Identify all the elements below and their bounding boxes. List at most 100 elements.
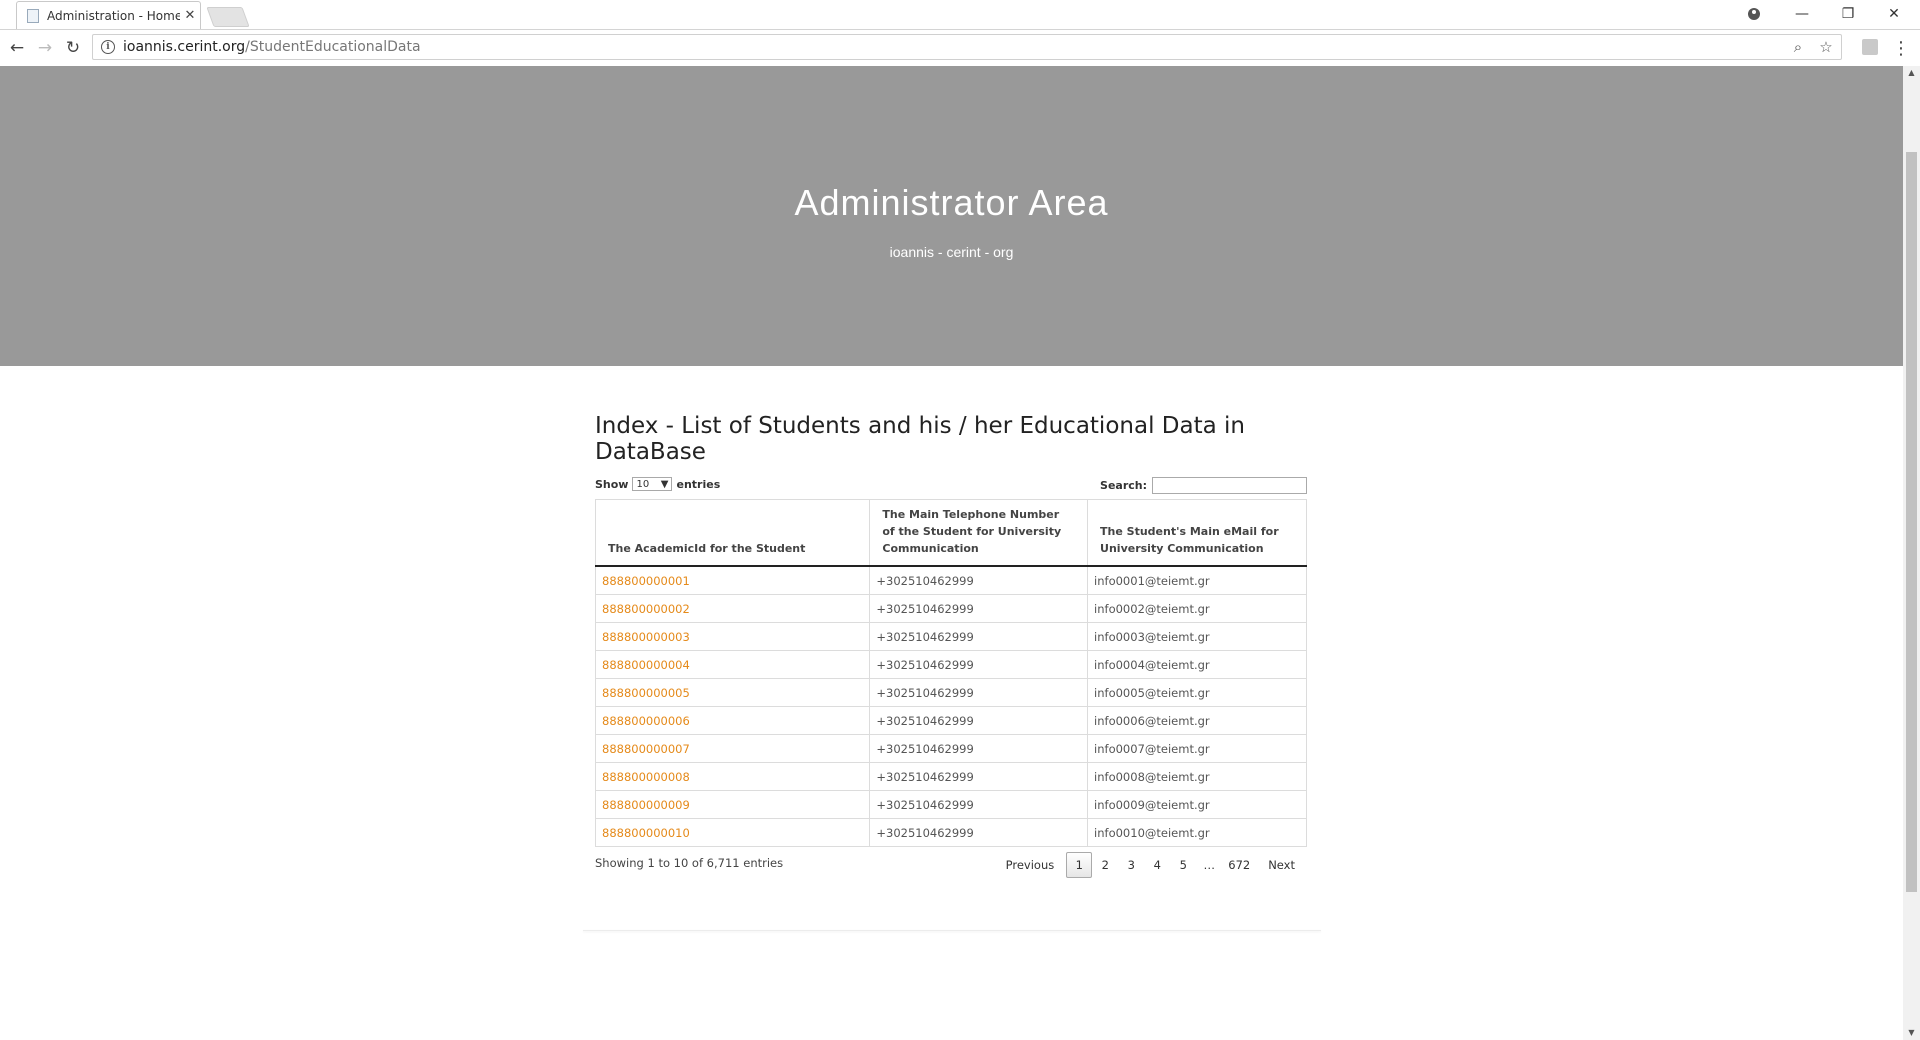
profile-button[interactable] xyxy=(1732,2,1776,26)
table-row: 888800000008 +302510462999 info0008@teie… xyxy=(594,762,1307,791)
academic-id-link[interactable]: 888800000006 xyxy=(594,706,871,735)
academic-id-link[interactable]: 888800000008 xyxy=(594,762,871,791)
pagination: Previous 1 2 3 4 5 … 672 Next xyxy=(994,852,1307,878)
page-button-672[interactable]: 672 xyxy=(1222,852,1256,878)
search-control: Search: xyxy=(1100,477,1307,494)
restore-button[interactable]: ❐ xyxy=(1826,2,1870,26)
profile-icon xyxy=(1748,8,1760,20)
show-label: Show xyxy=(595,477,629,491)
table-row: 888800000005 +302510462999 info0005@teie… xyxy=(594,678,1307,707)
telephone-cell: +302510462999 xyxy=(869,565,1089,595)
hero-title: Administrator Area xyxy=(794,182,1109,223)
browser-toolbar: ← → ↻ i ioannis.cerint.org/StudentEducat… xyxy=(0,30,1920,67)
table-footer: Showing 1 to 10 of 6,711 entries Previou… xyxy=(595,848,1307,882)
new-tab-button[interactable] xyxy=(206,7,250,27)
page-button-4[interactable]: 4 xyxy=(1144,852,1170,878)
main-content: Index - List of Students and his / her E… xyxy=(594,413,1307,882)
telephone-cell: +302510462999 xyxy=(869,594,1089,623)
telephone-cell: +302510462999 xyxy=(869,706,1089,735)
email-cell: info0007@teiemt.gr xyxy=(1087,734,1307,763)
zoom-icon[interactable]: ⌕ xyxy=(1789,38,1807,56)
scrollbar-thumb[interactable] xyxy=(1906,152,1917,892)
column-header-telephone[interactable]: The Main Telephone Number of the Student… xyxy=(869,499,1089,567)
url-host: ioannis.cerint.org xyxy=(123,39,246,55)
email-cell: info0008@teiemt.gr xyxy=(1087,762,1307,791)
academic-id-link[interactable]: 888800000009 xyxy=(594,790,871,819)
close-icon[interactable]: ✕ xyxy=(180,8,200,23)
hero-banner: Administrator Area ioannis - cerint - or… xyxy=(0,66,1903,366)
scroll-down-icon[interactable]: ▼ xyxy=(1903,1026,1920,1040)
telephone-cell: +302510462999 xyxy=(869,818,1089,847)
academic-id-link[interactable]: 888800000007 xyxy=(594,734,871,763)
page-button-2[interactable]: 2 xyxy=(1092,852,1118,878)
page-button-1[interactable]: 1 xyxy=(1066,852,1093,878)
telephone-cell: +302510462999 xyxy=(869,622,1089,651)
academic-id-link[interactable]: 888800000005 xyxy=(594,678,871,707)
email-cell: info0004@teiemt.gr xyxy=(1087,650,1307,679)
pagination-ellipsis: … xyxy=(1203,858,1216,872)
entries-label: entries xyxy=(676,477,721,491)
page-button-3[interactable]: 3 xyxy=(1118,852,1144,878)
page-favicon-icon xyxy=(27,8,39,23)
forward-arrow-icon[interactable]: → xyxy=(33,36,57,60)
table-row: 888800000004 +302510462999 info0004@teie… xyxy=(594,650,1307,679)
email-cell: info0006@teiemt.gr xyxy=(1087,706,1307,735)
academic-id-link[interactable]: 888800000004 xyxy=(594,650,871,679)
column-header-academic-id[interactable]: The AcademicId for the Student xyxy=(594,499,871,567)
browser-tab[interactable]: Administration - Home - ✕ xyxy=(16,1,201,29)
page-scrollbar[interactable]: ▲ ▼ xyxy=(1903,66,1920,1040)
email-cell: info0003@teiemt.gr xyxy=(1087,622,1307,651)
previous-page-button[interactable]: Previous xyxy=(994,852,1067,878)
telephone-cell: +302510462999 xyxy=(869,762,1089,791)
tab-title: Administration - Home - xyxy=(47,8,180,23)
section-divider xyxy=(583,930,1321,931)
table-info: Showing 1 to 10 of 6,711 entries xyxy=(595,856,784,870)
academic-id-link[interactable]: 888800000010 xyxy=(594,818,871,847)
table-row: 888800000007 +302510462999 info0007@teie… xyxy=(594,734,1307,763)
browser-tabstrip: Administration - Home - ✕ — ❐ ✕ xyxy=(0,0,1920,30)
site-info-icon[interactable]: i xyxy=(101,40,115,54)
email-cell: info0005@teiemt.gr xyxy=(1087,678,1307,707)
back-arrow-icon[interactable]: ← xyxy=(5,36,29,60)
search-input[interactable] xyxy=(1152,477,1307,494)
entries-per-page-select[interactable]: 10 ▼ xyxy=(632,477,673,491)
academic-id-link[interactable]: 888800000001 xyxy=(594,565,871,595)
table-row: 888800000001 +302510462999 info0001@teie… xyxy=(594,565,1307,595)
telephone-cell: +302510462999 xyxy=(869,790,1089,819)
length-control: Show 10 ▼ entries xyxy=(595,477,720,491)
academic-id-link[interactable]: 888800000002 xyxy=(594,594,871,623)
telephone-cell: +302510462999 xyxy=(869,734,1089,763)
telephone-cell: +302510462999 xyxy=(869,678,1089,707)
table-controls: Show 10 ▼ entries Search: xyxy=(595,475,1307,497)
chevron-down-icon: ▼ xyxy=(660,478,669,490)
column-header-email[interactable]: The Student's Main eMail for University … xyxy=(1087,499,1307,567)
telephone-cell: +302510462999 xyxy=(869,650,1089,679)
hero-subtitle: ioannis - cerint - org xyxy=(889,244,1014,260)
scroll-up-icon[interactable]: ▲ xyxy=(1903,66,1920,80)
next-page-button[interactable]: Next xyxy=(1256,852,1307,878)
email-cell: info0002@teiemt.gr xyxy=(1087,594,1307,623)
entries-per-page-value: 10 xyxy=(636,478,650,490)
table-header-row: The AcademicId for the Student The Main … xyxy=(594,499,1307,567)
academic-id-link[interactable]: 888800000003 xyxy=(594,622,871,651)
email-cell: info0010@teiemt.gr xyxy=(1087,818,1307,847)
table-row: 888800000003 +302510462999 info0003@teie… xyxy=(594,622,1307,651)
search-label: Search: xyxy=(1100,479,1147,492)
url-path: /StudentEducationalData xyxy=(245,39,421,55)
table-row: 888800000006 +302510462999 info0006@teie… xyxy=(594,706,1307,735)
address-bar[interactable]: i ioannis.cerint.org/StudentEducationalD… xyxy=(92,34,1842,60)
minimize-button[interactable]: — xyxy=(1780,2,1824,26)
table-row: 888800000009 +302510462999 info0009@teie… xyxy=(594,790,1307,819)
page-button-5[interactable]: 5 xyxy=(1170,852,1196,878)
email-cell: info0001@teiemt.gr xyxy=(1087,565,1307,595)
reload-icon[interactable]: ↻ xyxy=(61,36,85,60)
students-table: The AcademicId for the Student The Main … xyxy=(594,499,1307,847)
extension-icon[interactable] xyxy=(1862,39,1878,55)
browser-menu-icon[interactable]: ⋮ xyxy=(1892,36,1910,60)
table-row: 888800000002 +302510462999 info0002@teie… xyxy=(594,594,1307,623)
bookmark-star-icon[interactable]: ☆ xyxy=(1817,38,1835,56)
window-close-button[interactable]: ✕ xyxy=(1872,2,1916,26)
email-cell: info0009@teiemt.gr xyxy=(1087,790,1307,819)
page-title: Index - List of Students and his / her E… xyxy=(595,413,1245,465)
table-row: 888800000010 +302510462999 info0010@teie… xyxy=(594,818,1307,847)
